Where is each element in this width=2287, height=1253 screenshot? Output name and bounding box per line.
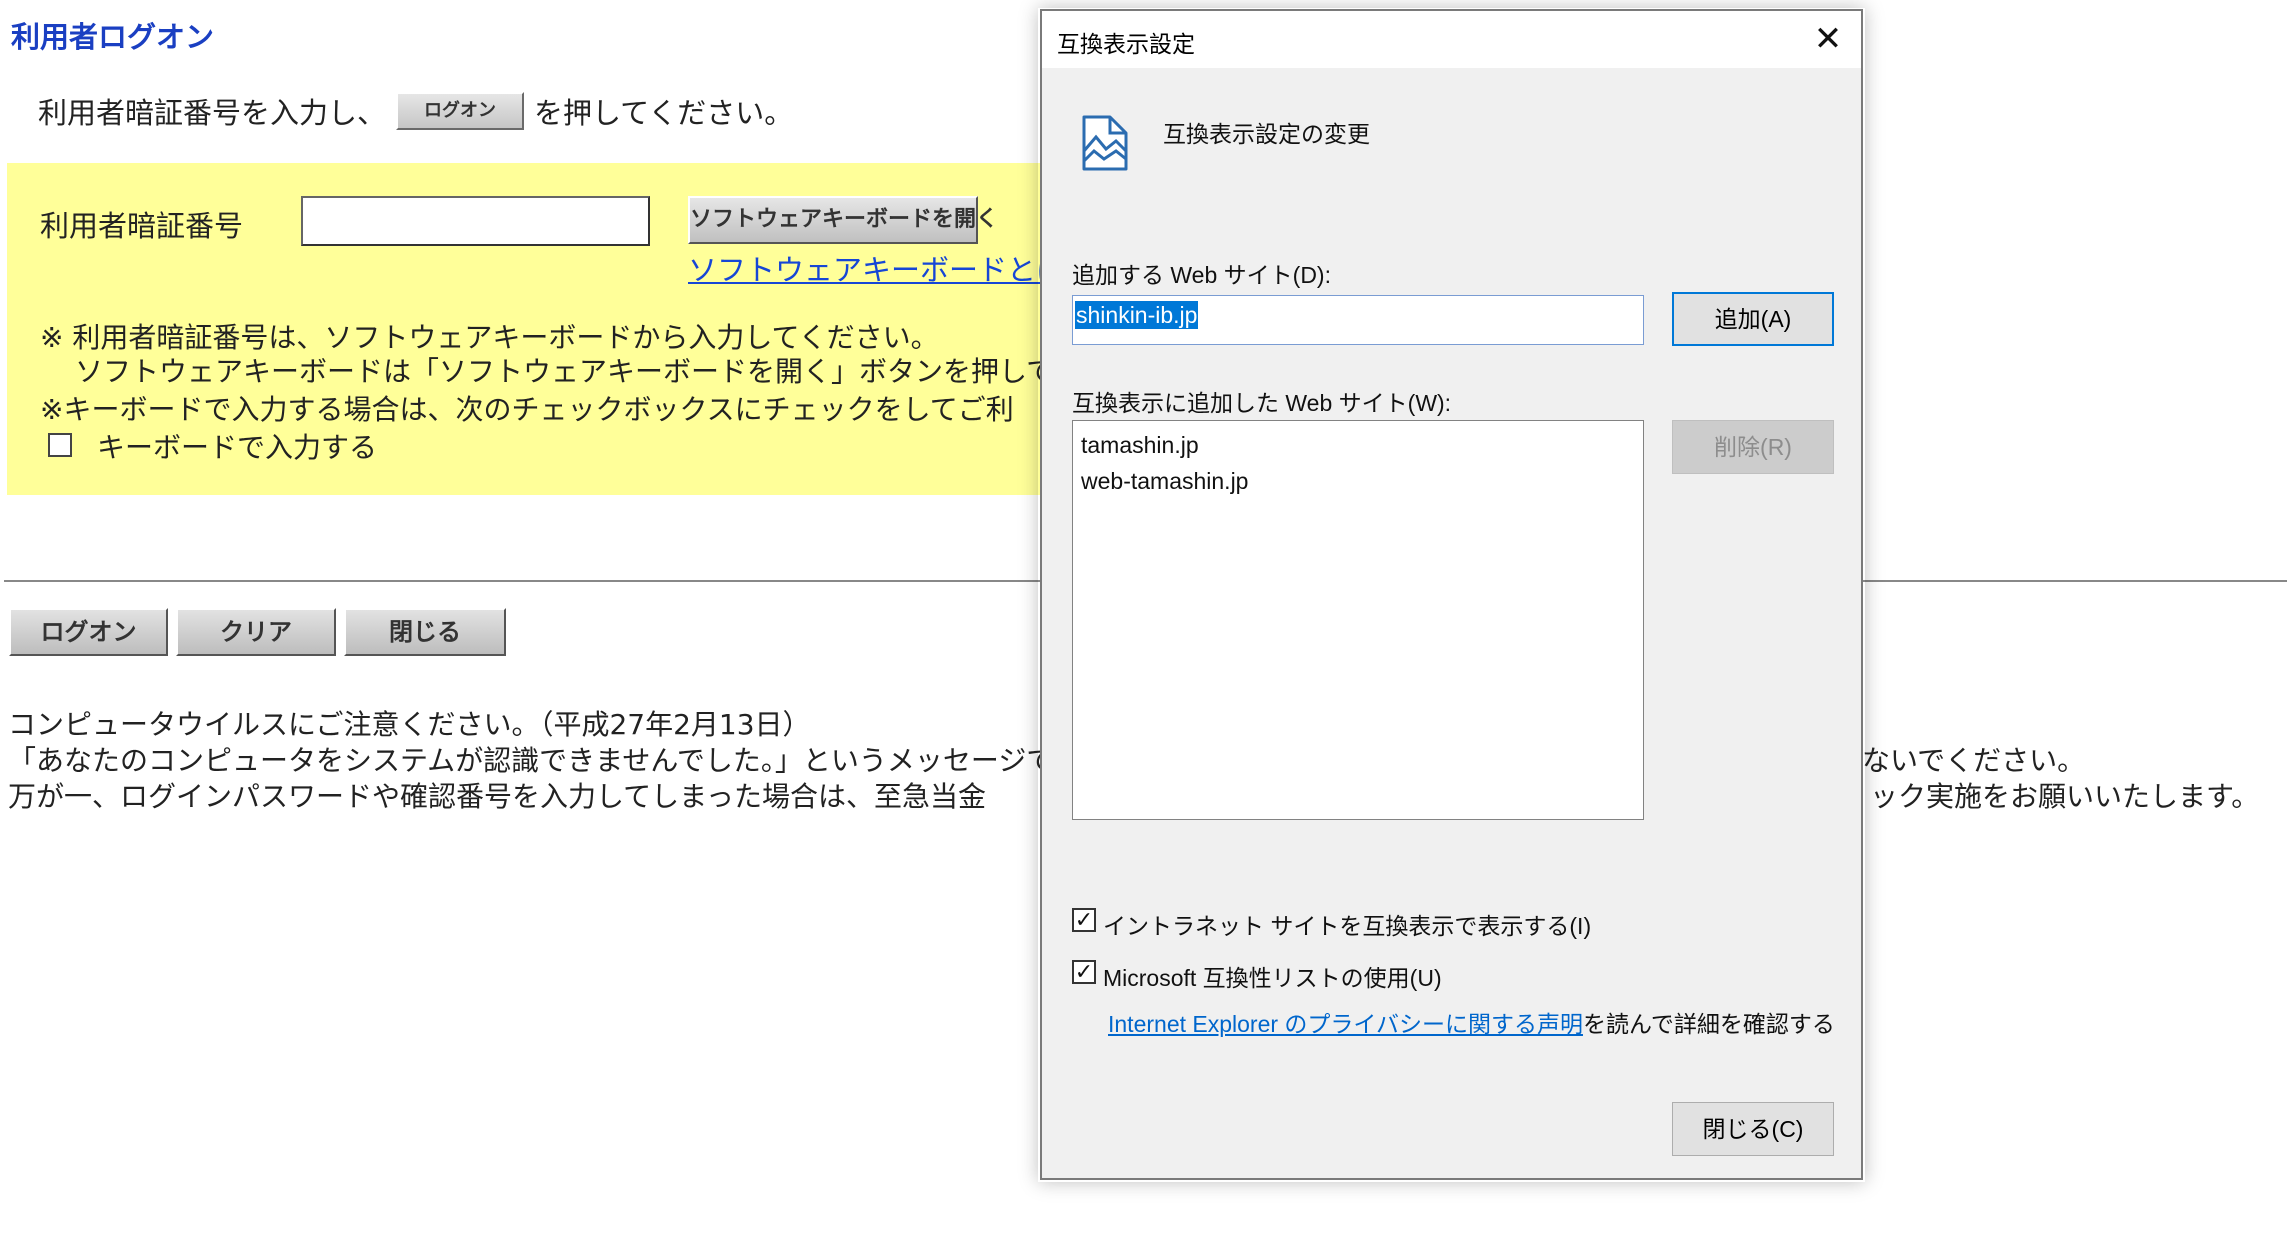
pin-label: 利用者暗証番号 xyxy=(40,209,244,243)
intro-before: 利用者暗証番号を入力し、 xyxy=(38,96,387,130)
add-site-label: 追加する Web サイト(D): xyxy=(1072,262,1331,288)
intranet-label: イントラネット サイトを互換表示で表示する(I) xyxy=(1103,913,1592,939)
warning-line-1: コンピュータウイルスにご注意ください。（平成27年2月13日） xyxy=(8,708,811,741)
intro-after: を押してください。 xyxy=(534,96,794,130)
software-keyboard-help-link[interactable]: ソフトウェアキーボードとは xyxy=(688,247,1065,289)
dialog-title: 互換表示設定 xyxy=(1057,31,1195,57)
add-site-input[interactable]: shinkin-ib.jp xyxy=(1072,295,1644,345)
add-site-value: shinkin-ib.jp xyxy=(1075,301,1199,329)
add-button[interactable]: 追加(A) xyxy=(1672,292,1834,346)
site-list[interactable]: tamashin.jp web-tamashin.jp xyxy=(1072,420,1644,820)
warning-line-3-right: ック実施をお願いいたします。 xyxy=(1870,780,2260,813)
compat-view-icon xyxy=(1080,111,1132,173)
dialog-titlebar: 互換表示設定 ✕ xyxy=(1042,11,1861,68)
clear-button[interactable]: クリア xyxy=(176,608,336,656)
remove-button: 削除(R) xyxy=(1672,420,1834,474)
list-item[interactable]: web-tamashin.jp xyxy=(1081,463,1635,499)
close-page-button[interactable]: 閉じる xyxy=(344,608,506,656)
open-software-keyboard-button[interactable]: ソフトウェアキーボードを開く xyxy=(688,196,998,244)
note-line-2: ソフトウェアキーボードは「ソフトウェアキーボードを開く」ボタンを押してご xyxy=(75,355,1083,388)
keyboard-input-checkbox[interactable] xyxy=(48,433,72,457)
keyboard-input-label: キーボードで入力する xyxy=(97,431,378,464)
intro-logon-button[interactable]: ログオン xyxy=(396,92,525,130)
privacy-link[interactable]: Internet Explorer のプライバシーに関する声明 xyxy=(1108,1011,1583,1037)
logon-button[interactable]: ログオン xyxy=(9,608,168,656)
mslist-checkbox[interactable]: ✓ xyxy=(1072,960,1096,984)
checkmark-icon: ✓ xyxy=(1074,959,1094,984)
warning-line-3-left: 万が一、ログインパスワードや確認番号を入力してしまった場合は、至急当金 xyxy=(8,780,987,813)
warning-line-2-right: ないでください。 xyxy=(1862,744,2086,777)
list-item[interactable]: tamashin.jp xyxy=(1081,427,1635,463)
dialog-close-button[interactable]: 閉じる(C) xyxy=(1672,1102,1834,1156)
close-icon[interactable]: ✕ xyxy=(1806,19,1850,63)
mslist-label: Microsoft 互換性リストの使用(U) xyxy=(1103,965,1442,991)
compat-view-dialog: 互換表示設定 ✕ 互換表示設定の変更 追加する Web サイト(D): shin… xyxy=(1040,9,1863,1180)
checkmark-icon: ✓ xyxy=(1074,907,1094,932)
intranet-checkbox[interactable]: ✓ xyxy=(1072,908,1096,932)
pin-input[interactable] xyxy=(301,196,650,246)
page-title: 利用者ログオン xyxy=(11,20,215,54)
privacy-suffix: を読んで詳細を確認する xyxy=(1582,1011,1835,1037)
warning-line-2-left: 「あなたのコンピュータをシステムが認識できませんでした。」というメッセージで xyxy=(8,744,1055,777)
note-line-3: ※キーボードで入力する場合は、次のチェックボックスにチェックをしてご利 xyxy=(40,393,1014,426)
site-list-label: 互換表示に追加した Web サイト(W): xyxy=(1072,390,1452,416)
intro-text: 利用者暗証番号を入力し、 ログオン を押してください。 xyxy=(38,90,793,132)
privacy-statement: Internet Explorer のプライバシーに関する声明を読んで詳細を確認… xyxy=(1108,1005,1835,1039)
dialog-heading: 互換表示設定の変更 xyxy=(1163,121,1370,147)
